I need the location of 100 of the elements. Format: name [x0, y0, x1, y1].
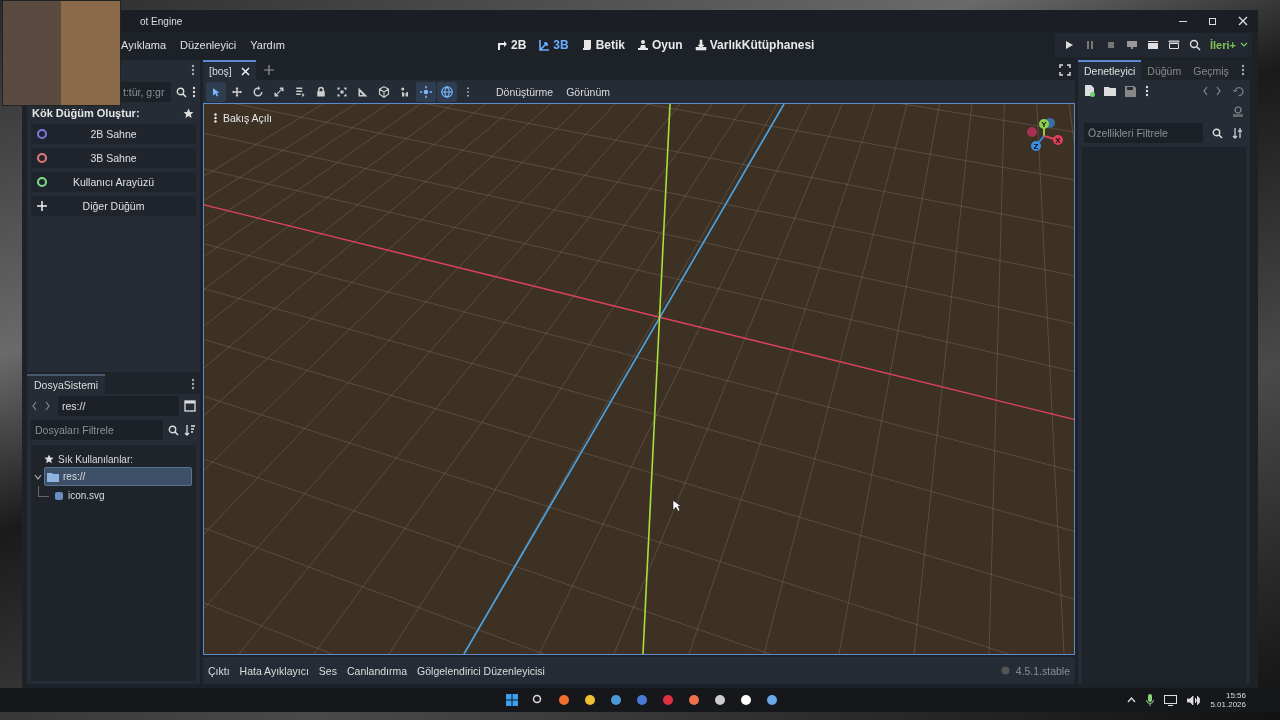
doc-search-icon[interactable]: [1232, 106, 1244, 118]
bottom-panel-tab[interactable]: Hata Ayıklayıcı: [239, 664, 309, 677]
scale-icon: [273, 85, 285, 98]
clapperboard-icon[interactable]: [1147, 40, 1159, 50]
start-icon[interactable]: [505, 694, 518, 706]
close-icon[interactable]: [240, 66, 250, 76]
tool-button[interactable]: [416, 81, 436, 102]
menu-item[interactable]: Ayıklama: [121, 39, 167, 51]
tree-item[interactable]: icon.svg: [52, 487, 196, 504]
axis-label[interactable]: Z: [1031, 141, 1041, 151]
workspace-tab[interactable]: Oyun: [637, 38, 683, 52]
pause-icon[interactable]: [1085, 40, 1095, 50]
group-icon: [336, 85, 348, 98]
panel-tab[interactable]: Denetleyici: [1078, 60, 1142, 80]
app-icon[interactable]: [609, 694, 622, 706]
close-icon[interactable]: [1238, 16, 1248, 26]
panel-tab[interactable]: Düğüm: [1141, 60, 1188, 80]
scroll-icon: [580, 39, 593, 51]
app-icon[interactable]: [765, 694, 778, 706]
sort-icon[interactable]: [184, 424, 196, 436]
move-icon: [231, 85, 243, 98]
lock-icon: [315, 85, 327, 98]
menu-item[interactable]: Düzenleyici: [180, 39, 237, 51]
sun-icon: [420, 85, 432, 98]
tool-button[interactable]: [437, 81, 457, 102]
axes-icon: [538, 39, 551, 51]
renderer-dropdown[interactable]: İleri+: [1210, 39, 1248, 51]
save-icon[interactable]: [1125, 85, 1136, 97]
search-field[interactable]: Özellikleri Filtrele: [1084, 123, 1203, 143]
speaker-icon[interactable]: [1187, 694, 1201, 706]
app-icon[interactable]: [739, 694, 752, 706]
root-node-button[interactable]: 3B Sahne: [31, 148, 196, 168]
bottom-panel-tab[interactable]: Çıktı: [208, 664, 230, 677]
app-icon[interactable]: [687, 694, 700, 706]
tree-item[interactable]: res://: [44, 467, 192, 486]
bottom-panel-tab[interactable]: Ses: [318, 664, 337, 677]
root-node-button[interactable]: Diğer Düğüm: [31, 196, 196, 216]
panel-tab[interactable]: DosyaSistemi: [27, 374, 106, 394]
maximize-icon[interactable]: [1208, 16, 1218, 26]
window-title: ot Engine: [140, 15, 183, 27]
chevron-up-icon[interactable]: [1127, 697, 1137, 703]
more-icon: [214, 113, 217, 123]
rotate-icon: [252, 85, 264, 98]
3d-viewport[interactable]: Bakış Açılı Y X Z: [203, 103, 1075, 655]
file-icon: [54, 490, 64, 501]
filter-settings-icon[interactable]: [1232, 127, 1244, 139]
workspace-tab[interactable]: VarlıkKütüphanesi: [694, 38, 815, 52]
layout-icon[interactable]: [184, 400, 196, 412]
menu-button[interactable]: Görünüm: [560, 85, 616, 98]
more-icon[interactable]: [191, 378, 195, 390]
root-node-button[interactable]: Kullanıcı Arayüzü: [31, 172, 196, 192]
download-icon: [694, 39, 707, 51]
menu-item[interactable]: Yardım: [250, 39, 285, 51]
more-icon[interactable]: [1145, 85, 1149, 97]
mouse-cursor-icon: [672, 500, 682, 512]
more-icon[interactable]: [1241, 64, 1245, 76]
tool-button[interactable]: [206, 81, 226, 102]
bottom-panel-tab[interactable]: Canlandırma: [346, 664, 408, 677]
axis-label[interactable]: X: [1053, 135, 1063, 145]
axis-label[interactable]: Y: [1039, 119, 1049, 129]
history-icon[interactable]: [1233, 85, 1244, 97]
network-icon[interactable]: [1164, 694, 1178, 706]
magnifier-icon[interactable]: [1189, 39, 1201, 51]
microphone-icon[interactable]: [1146, 694, 1155, 706]
fullscreen-icon[interactable]: [1059, 64, 1071, 76]
more-icon[interactable]: [192, 86, 196, 98]
caret-icon[interactable]: [34, 472, 42, 481]
scene-tab[interactable]: [boş]: [203, 60, 256, 80]
more-icon[interactable]: [191, 64, 195, 76]
person-icon: [637, 39, 650, 51]
ruler-icon: [357, 85, 369, 98]
clock-time[interactable]: 15:56: [1225, 691, 1246, 700]
plus-icon[interactable]: [263, 65, 274, 75]
stop-icon[interactable]: [1106, 40, 1116, 50]
workspace-tab[interactable]: 3B: [538, 38, 569, 52]
caret-icon: [1240, 42, 1248, 48]
path-field[interactable]: res://: [58, 396, 179, 416]
section-title: Kök Düğüm Oluştur:: [32, 107, 140, 119]
arrow-icon: [496, 39, 508, 51]
plus-icon: [37, 201, 47, 211]
panel-tab[interactable]: Geçmiş: [1187, 60, 1235, 80]
bottom-panel-tab[interactable]: Gölgelendirici Düzenleyicisi: [417, 664, 545, 677]
clock-date[interactable]: 5.01.2026: [1210, 700, 1246, 709]
cube-icon: [378, 85, 390, 98]
view-menu-button[interactable]: Bakış Açılı: [214, 112, 273, 124]
new-file-icon[interactable]: [1084, 85, 1095, 97]
search-field[interactable]: Dosyaları Filtrele: [31, 420, 163, 440]
snap-icon: [399, 85, 411, 98]
star-icon: [44, 454, 54, 464]
monitor-icon[interactable]: [1126, 40, 1138, 50]
workspace-tab[interactable]: 2B: [496, 38, 527, 52]
search-field[interactable]: t:tür, g:gr: [119, 82, 171, 102]
favorites-label: Sık Kullanılanlar:: [58, 453, 134, 465]
star-icon[interactable]: [183, 107, 194, 119]
play-icon[interactable]: [1064, 40, 1074, 50]
root-node-button[interactable]: 2B Sahne: [31, 124, 196, 144]
workspace-tab[interactable]: Betik: [580, 38, 626, 52]
clapperboard-icon[interactable]: [1168, 40, 1180, 50]
menu-button[interactable]: Dönüştürme: [490, 85, 560, 98]
version-label: 4.5.1.stable: [1015, 664, 1070, 677]
